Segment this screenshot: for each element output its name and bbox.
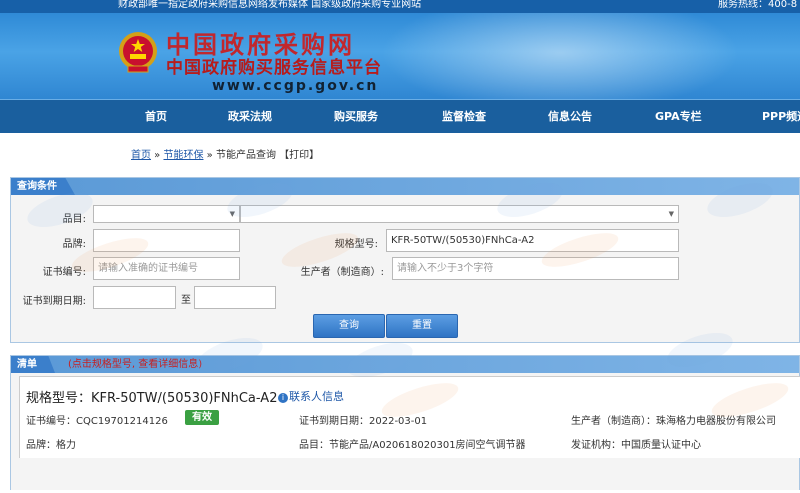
result-cert-number: 证书编号：CQC19701214126 (26, 416, 168, 427)
result-producer: 生产者（制造商）：珠海格力电器股份有限公司 (571, 416, 776, 427)
site-subtitle: 中国政府购买服务信息平台 (166, 58, 382, 78)
top-slogan: 财政部唯一指定政府采购信息网络发布媒体 国家级政府采购专业网站 (118, 0, 422, 10)
print-link[interactable]: 【打印】 (279, 150, 319, 161)
results-hint: (点击规格型号, 查看详细信息) (68, 359, 203, 370)
breadcrumb-separator: » (203, 150, 216, 161)
result-model-title[interactable]: 规格型号：KFR-50TW/(50530)FNhCa-A2 (26, 387, 277, 406)
service-hotline: 服务热线：400-8 (718, 0, 798, 10)
results-panel-title: 清单 (11, 356, 55, 373)
category-sub-select[interactable]: ▼ (240, 205, 679, 223)
model-label: 规格型号: (334, 239, 378, 250)
nav-item-announcements[interactable]: 信息公告 (548, 100, 592, 134)
expiry-date-label: 证书到期日期: (22, 296, 86, 307)
site-banner: 中国政府采购网 中国政府购买服务信息平台 www.ccgp.gov.cn (0, 13, 800, 99)
category-label: 品目: (62, 214, 86, 225)
site-url: www.ccgp.gov.cn (212, 78, 379, 94)
producer-label: 生产者（制造商）: (300, 267, 384, 278)
chevron-down-icon: ▼ (668, 210, 674, 218)
chevron-down-icon: ▼ (229, 210, 235, 218)
producer-input[interactable]: 请输入不少于3个字符 (392, 257, 679, 280)
status-badge: 有效 (185, 410, 219, 425)
brand-input[interactable] (93, 229, 240, 252)
model-input[interactable]: KFR-50TW/(50530)FNhCa-A2 (386, 229, 679, 252)
breadcrumb-separator: » (151, 150, 164, 161)
breadcrumb: 首页 » 节能环保 » 节能产品查询 【打印】 (131, 146, 319, 161)
contact-info-label: 联系人信息 (289, 390, 344, 403)
site-title: 中国政府采购网 (166, 30, 355, 59)
result-issuer: 发证机构：中国质量认证中心 (571, 440, 701, 451)
top-info-bar: 财政部唯一指定政府采购信息网络发布媒体 国家级政府采购专业网站 服务热线：400… (0, 0, 800, 13)
breadcrumb-home-link[interactable]: 首页 (131, 150, 151, 161)
result-card: 规格型号：KFR-50TW/(50530)FNhCa-A2 i 联系人信息 证书编… (19, 376, 800, 458)
nav-item-regulations[interactable]: 政采法规 (228, 100, 272, 134)
national-emblem-icon (119, 32, 157, 73)
main-nav: 首页 政采法规 购买服务 监督检查 信息公告 GPA专栏 PPP频道 (0, 99, 800, 133)
results-panel-header: 清单 (点击规格型号, 查看详细信息) (11, 356, 799, 373)
cert-number-label: 证书编号: (42, 267, 86, 278)
result-brand: 品牌：格力 (26, 440, 76, 451)
search-button[interactable]: 查询 (313, 314, 385, 338)
nav-item-services[interactable]: 购买服务 (334, 100, 378, 134)
breadcrumb-section-link[interactable]: 节能环保 (163, 150, 203, 161)
cert-number-input[interactable]: 请输入准确的证书编号 (93, 257, 240, 280)
breadcrumb-current: 节能产品查询 (215, 150, 276, 161)
result-expiry: 证书到期日期：2022-03-01 (299, 416, 428, 427)
expiry-to-input[interactable] (194, 286, 276, 309)
expiry-to-label: 至 (181, 295, 191, 306)
reset-button[interactable]: 重置 (386, 314, 458, 338)
info-icon: i (278, 393, 288, 403)
nav-item-ppp[interactable]: PPP频道 (762, 100, 800, 134)
banner-glow (380, 13, 740, 99)
brand-label: 品牌: (62, 239, 86, 250)
expiry-from-input[interactable] (93, 286, 176, 309)
query-panel-header: 查询条件 (11, 178, 799, 195)
contact-info-link[interactable]: i 联系人信息 (278, 388, 344, 404)
category-select[interactable]: ▼ (93, 205, 240, 223)
result-category: 品目：节能产品/A020618020301房间空气调节器 (299, 440, 526, 451)
nav-item-gpa[interactable]: GPA专栏 (655, 100, 702, 134)
nav-item-home[interactable]: 首页 (145, 100, 167, 134)
query-panel-title: 查询条件 (11, 178, 75, 195)
nav-item-supervision[interactable]: 监督检查 (442, 100, 486, 134)
